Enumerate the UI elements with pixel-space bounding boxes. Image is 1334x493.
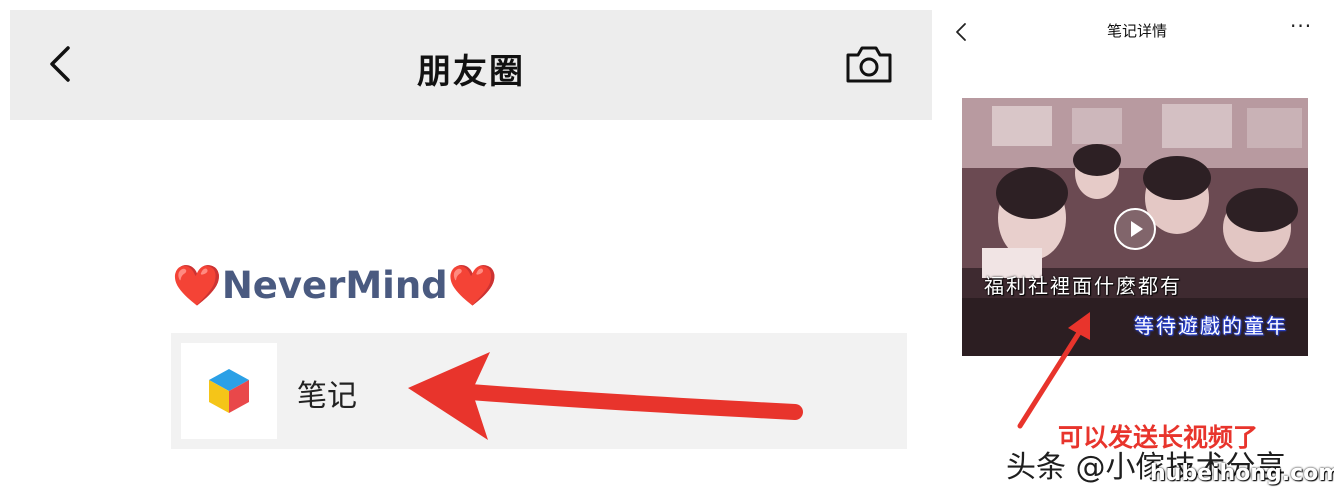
author-name-label: NeverMind (221, 263, 448, 307)
moments-nav-bar: 朋友圈 (10, 10, 932, 120)
heart-icon: ❤️ (172, 262, 222, 309)
play-icon[interactable] (1114, 208, 1156, 250)
moments-screen: 朋友圈 ❤️ NeverMind ❤️ 笔记 (10, 10, 932, 493)
post-author-name[interactable]: ❤️ NeverMind ❤️ (172, 260, 497, 310)
watermark-site: hubeihong.com (1150, 461, 1334, 486)
more-icon[interactable]: ··· (1290, 14, 1312, 38)
video-subtitle-2: 等待遊戲的童年 (1134, 314, 1288, 338)
note-app-icon (181, 343, 277, 439)
page-title: 朋友圈 (417, 52, 525, 92)
heart-icon: ❤️ (447, 262, 498, 309)
page-title: 笔记详情 (1106, 22, 1167, 40)
video-player[interactable]: 福利社裡面什麼都有 等待遊戲的童年 (962, 98, 1308, 356)
shared-note-card[interactable]: 笔记 (171, 333, 907, 449)
share-title: 笔记 (297, 379, 357, 414)
video-subtitle-1: 福利社裡面什麼都有 (984, 274, 1182, 298)
note-detail-screen: 笔记详情 ··· 福利社裡面什麼都有 等待遊戲的童年 可以发送长视频了 (940, 0, 1334, 493)
camera-icon[interactable] (844, 43, 894, 85)
